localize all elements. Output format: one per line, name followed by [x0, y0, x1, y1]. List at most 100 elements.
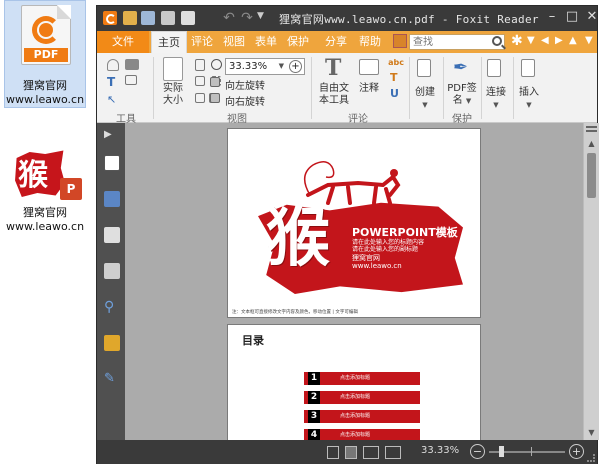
- template-line-2: 请在此处输入您的副标题: [352, 246, 419, 253]
- title-bar: ↶ ↷ ▼ 狸窝官网www.leawo.cn.pdf - Foxit Reade…: [97, 6, 597, 31]
- toc-text: 点击添加标题: [340, 375, 371, 381]
- link-icon: [487, 59, 501, 77]
- toc-number: 3: [308, 410, 320, 423]
- toc-row: 1 点击添加标题: [304, 372, 420, 385]
- typewriter-label-2: 本工具: [319, 95, 349, 106]
- create-pdf-icon: [417, 59, 431, 77]
- page-thumbnails-icon[interactable]: [104, 155, 120, 171]
- nav-forward-icon[interactable]: ▶: [555, 35, 563, 46]
- search-icon[interactable]: [492, 36, 502, 46]
- pdf-badge: PDF: [24, 48, 68, 62]
- tab-form[interactable]: 表单: [249, 31, 283, 53]
- signature-icon[interactable]: ✎: [104, 371, 120, 387]
- actual-size-button[interactable]: 实际 大小: [157, 83, 189, 107]
- comments-icon[interactable]: [104, 263, 120, 279]
- template-line-3: 狸窝官网: [352, 254, 380, 262]
- tab-protect[interactable]: 保护: [281, 31, 315, 53]
- zoom-dropdown-icon[interactable]: ▼: [279, 59, 284, 74]
- rotate-right-button[interactable]: 向右旋转: [225, 93, 265, 108]
- fit-visible-icon[interactable]: [195, 93, 205, 103]
- tab-comment[interactable]: 评论: [185, 31, 219, 53]
- split-view-handle[interactable]: [586, 126, 597, 132]
- gear-icon[interactable]: ✱: [511, 33, 523, 49]
- fit-page-icon[interactable]: [195, 59, 205, 71]
- redo-icon[interactable]: ↷: [239, 10, 255, 26]
- typewriter-icon: T: [325, 55, 342, 81]
- fit-width-icon[interactable]: [195, 76, 205, 86]
- tab-help[interactable]: 帮助: [353, 31, 387, 53]
- scan-icon[interactable]: [181, 11, 195, 25]
- zoom-in-button[interactable]: +: [569, 444, 584, 459]
- foxit-logo-icon[interactable]: [103, 11, 117, 25]
- typewriter-label-1: 自由文: [319, 83, 349, 94]
- toc-row: 2 点击添加标题: [304, 391, 420, 404]
- tab-share[interactable]: 分享: [319, 31, 353, 53]
- search-field[interactable]: [409, 34, 505, 50]
- hand-tool-icon[interactable]: [107, 59, 119, 71]
- desktop-icon-pptx[interactable]: 猴 P 狸窝官网 www.leawo.cn: [4, 146, 86, 236]
- toc-text: 点击添加标题: [340, 394, 371, 400]
- typewriter-button[interactable]: 自由文 本工具: [317, 83, 351, 107]
- rotate-right-icon[interactable]: [210, 93, 220, 103]
- create-button[interactable]: 创建 ▼: [411, 87, 439, 111]
- maximize-button[interactable]: □: [563, 9, 581, 24]
- toc-text: 点击添加标题: [340, 432, 371, 438]
- note-button[interactable]: 注释: [357, 83, 381, 95]
- toc-number: 2: [308, 391, 320, 404]
- zoom-slider-knob[interactable]: [499, 446, 504, 457]
- resize-grip-icon[interactable]: [587, 454, 595, 462]
- gear-dropdown-icon[interactable]: ▼: [527, 35, 535, 46]
- search-input[interactable]: [410, 35, 490, 50]
- scroll-down-icon[interactable]: ▼: [584, 426, 599, 440]
- vertical-scrollbar[interactable]: ▲ ▼: [583, 123, 599, 440]
- zoom-out-icon[interactable]: [211, 59, 222, 70]
- menu-tab-bar: 文件 主页 评论 视图 表单 保护 分享 帮助 ✱ ▼ ◀ ▶ ▲ ▼: [97, 31, 597, 53]
- open-folder-icon[interactable]: [123, 11, 137, 25]
- pdf-sign-label-1: PDF签: [447, 83, 477, 94]
- customize-quick-access-icon[interactable]: ▼: [257, 11, 271, 25]
- tab-home[interactable]: 主页: [151, 31, 187, 53]
- rotate-left-button[interactable]: 向左旋转: [225, 77, 265, 92]
- facing-view-icon[interactable]: [363, 446, 379, 459]
- continuous-view-icon[interactable]: [345, 446, 357, 459]
- desktop-icon-foxit-pdf[interactable]: PDF 狸窝官网 www.leawo.cn: [4, 0, 86, 108]
- close-button[interactable]: ✕: [583, 9, 600, 24]
- actual-size-icon[interactable]: [163, 57, 183, 81]
- insert-button[interactable]: 插入 ▼: [515, 87, 543, 111]
- link-button[interactable]: 连接 ▼: [483, 87, 509, 111]
- scroll-thumb[interactable]: [587, 153, 596, 198]
- tab-view[interactable]: 视图: [217, 31, 251, 53]
- minimize-button[interactable]: –: [543, 9, 561, 24]
- save-icon[interactable]: [141, 11, 155, 25]
- bookmarks-icon[interactable]: [104, 227, 120, 243]
- snapshot-icon[interactable]: [125, 59, 139, 70]
- single-page-view-icon[interactable]: [327, 446, 339, 459]
- pointer-icon[interactable]: ↖: [107, 93, 119, 106]
- nav-back-icon[interactable]: ◀: [541, 35, 549, 46]
- security-lock-icon[interactable]: [104, 335, 120, 351]
- layers-icon[interactable]: [104, 191, 120, 207]
- monkey-calligraphy: 猴: [266, 201, 330, 276]
- attachments-icon[interactable]: ⚲: [104, 299, 120, 315]
- select-text-icon[interactable]: T: [107, 75, 119, 89]
- zoom-in-icon[interactable]: +: [289, 60, 302, 73]
- ribbon-options-icon[interactable]: ▼: [585, 35, 593, 46]
- tab-file[interactable]: 文件: [97, 31, 149, 53]
- continuous-facing-view-icon[interactable]: [385, 446, 401, 459]
- pdf-sign-button[interactable]: PDF签 名 ▼: [445, 83, 479, 107]
- document-view[interactable]: 猴 POWERPOINT模板 请在此处输入您的标题内容 请在此处输入您的副标题 …: [125, 123, 583, 440]
- note-icon: [359, 59, 379, 75]
- zoom-out-button[interactable]: −: [470, 444, 485, 459]
- spell-check-button[interactable]: abc: [387, 57, 405, 69]
- rotate-left-icon[interactable]: [210, 77, 220, 87]
- print-icon[interactable]: [161, 11, 175, 25]
- scroll-up-icon[interactable]: ▲: [584, 137, 599, 151]
- select-annotation-icon[interactable]: [125, 75, 137, 85]
- replace-text-icon[interactable]: T: [390, 71, 402, 84]
- find-tool-icon[interactable]: [393, 34, 407, 48]
- undo-icon[interactable]: ↶: [221, 10, 237, 26]
- status-bar: 33.33% − +: [97, 440, 597, 464]
- collapse-ribbon-icon[interactable]: ▲: [569, 35, 577, 46]
- underline-icon[interactable]: U: [390, 87, 402, 100]
- expand-panel-icon[interactable]: ▶: [104, 129, 120, 145]
